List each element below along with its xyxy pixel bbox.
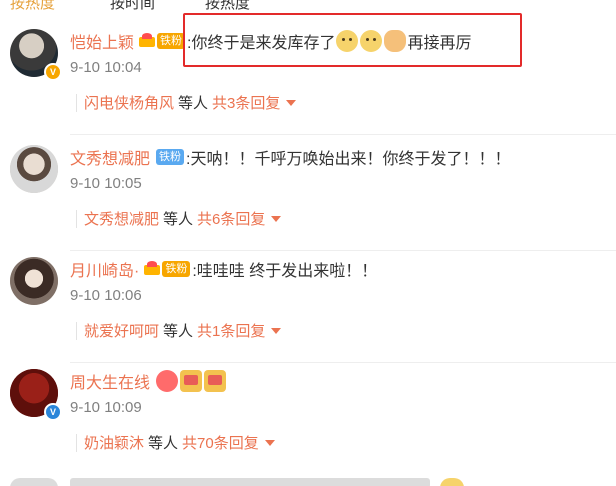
comment-header: 月川崎岛· 铁粉 :哇哇哇 终于发出来啦！！ xyxy=(70,257,377,281)
timestamp: 9-10 10:05 xyxy=(70,175,142,192)
comment-item: 月川崎岛· 铁粉 :哇哇哇 终于发出来啦！！ 9-10 10:06 就爱好呵呵 … xyxy=(0,257,616,369)
reply-username[interactable]: 奶油颖沐 xyxy=(84,432,144,453)
reply-bar xyxy=(76,322,77,340)
comment-text: :天呐！！千呼万唤始出来！你终于发了！！！ xyxy=(186,151,511,168)
sort-tabs: 按热度 按时间 按热度 xyxy=(0,0,616,12)
tab-other[interactable]: 按热度 xyxy=(205,0,250,13)
fan-badge: 铁粉 xyxy=(157,33,186,49)
reply-username[interactable]: 文秀想减肥 xyxy=(84,208,159,229)
comment-header: 文秀想减肥 铁粉 :天呐！！千呼万唤始出来！你终于发了！！！ xyxy=(70,145,510,169)
comment-text: :哇哇哇 终于发出来啦！！ xyxy=(192,263,378,280)
comment-text-tail: 再接再厉 xyxy=(407,35,472,52)
reply-bar xyxy=(76,94,77,112)
reply-bar xyxy=(76,210,77,228)
reply-count[interactable]: 共6条回复 xyxy=(197,208,265,229)
tab-time[interactable]: 按时间 xyxy=(110,0,155,13)
reply-username[interactable]: 闪电侠杨角风 xyxy=(84,92,174,113)
tab-hot[interactable]: 按热度 xyxy=(10,0,55,13)
reply-summary[interactable]: 奶油颖沐 等人 共70条回复 xyxy=(84,432,275,453)
comment-item: 文秀想减肥 铁粉 :天呐！！千呼万唤始出来！你终于发了！！！ 9-10 10:0… xyxy=(0,145,616,257)
timestamp: 9-10 10:04 xyxy=(70,59,142,76)
comment-header: 周大生在线 xyxy=(70,369,227,393)
avatar[interactable] xyxy=(10,257,58,305)
reply-summary[interactable]: 闪电侠杨角风 等人 共3条回复 xyxy=(84,92,297,113)
verified-icon: V xyxy=(44,63,62,81)
cheer-icon xyxy=(204,370,227,392)
cheer-icon xyxy=(180,370,203,392)
reply-summary[interactable]: 就爱好呵呵 等人 共1条回复 xyxy=(84,320,282,341)
chevron-down-icon[interactable] xyxy=(264,439,275,446)
pray-icon xyxy=(384,30,407,52)
divider xyxy=(70,250,616,251)
reply-mid-text: 等人 xyxy=(163,211,194,228)
chevron-down-icon[interactable] xyxy=(286,99,297,106)
crown-icon xyxy=(138,33,156,49)
comment-text: :你终于是来发库存了 xyxy=(187,35,336,52)
next-comment-peek xyxy=(0,474,616,486)
username[interactable]: 文秀想减肥 xyxy=(70,145,150,169)
reply-count[interactable]: 共70条回复 xyxy=(182,432,259,453)
fan-badge: 铁粉 xyxy=(156,149,185,165)
username[interactable]: 恺始上颖 xyxy=(70,29,134,53)
reply-mid-text: 等人 xyxy=(148,435,179,452)
comment-item: V 周大生在线 9-10 10:09 奶油颖沐 等人 共70条回复 xyxy=(0,369,616,481)
divider xyxy=(70,134,616,135)
chevron-down-icon[interactable] xyxy=(271,215,282,222)
avatar[interactable] xyxy=(10,145,58,193)
reply-mid-text: 等人 xyxy=(178,95,209,112)
doge-icon xyxy=(336,30,359,52)
username[interactable]: 周大生在线 xyxy=(70,369,150,393)
doge-icon xyxy=(360,30,383,52)
chevron-down-icon[interactable] xyxy=(271,327,282,334)
divider xyxy=(70,362,616,363)
username[interactable]: 月川崎岛· xyxy=(70,257,139,281)
verified-icon: V xyxy=(44,403,62,421)
crown-icon xyxy=(143,261,161,277)
reply-bar xyxy=(76,434,77,452)
reply-mid-text: 等人 xyxy=(163,323,194,340)
reply-count[interactable]: 共1条回复 xyxy=(197,320,265,341)
reply-count[interactable]: 共3条回复 xyxy=(212,92,280,113)
timestamp: 9-10 10:06 xyxy=(70,287,142,304)
reply-username[interactable]: 就爱好呵呵 xyxy=(84,320,159,341)
reply-summary[interactable]: 文秀想减肥 等人 共6条回复 xyxy=(84,208,282,229)
timestamp: 9-10 10:09 xyxy=(70,399,142,416)
comment-item: V 恺始上颖 铁粉 :你终于是来发库存了 再接再厉 9-10 10:04 闪电侠… xyxy=(0,29,616,141)
fan-badge: 铁粉 xyxy=(162,261,191,277)
heart-icon xyxy=(156,370,179,392)
comment-header: 恺始上颖 铁粉 :你终于是来发库存了 再接再厉 xyxy=(70,29,471,53)
